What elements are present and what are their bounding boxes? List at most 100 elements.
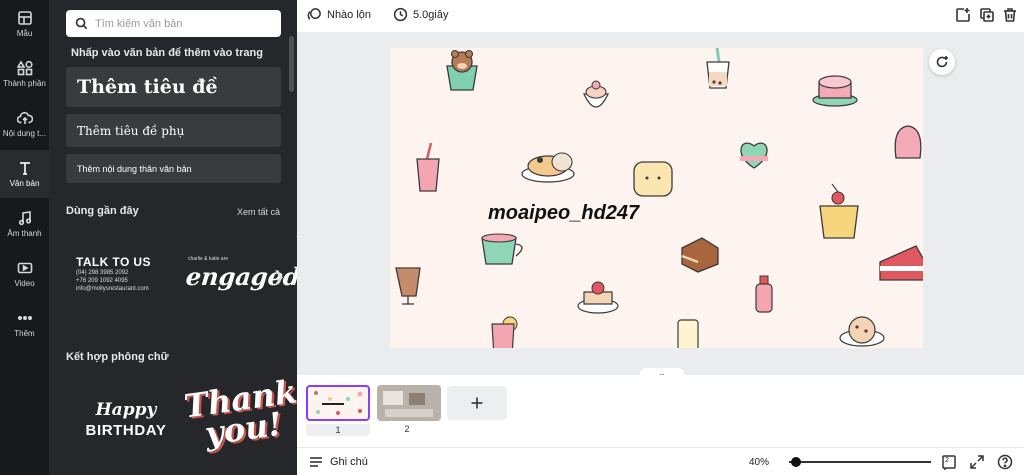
notes-label: Ghi chú bbox=[330, 456, 368, 468]
recent-section-title: Dùng gần đây bbox=[66, 205, 139, 217]
strawberry-drink bbox=[416, 142, 440, 192]
zoom-slider-handle[interactable] bbox=[791, 457, 802, 467]
sidebar-item-label: Văn bản bbox=[9, 179, 40, 188]
page-number-1: 1 bbox=[306, 424, 370, 436]
duplicate-page-button[interactable] bbox=[979, 7, 995, 23]
sidebar-rail: Mẫu Thành phần Nội dung t... Văn bản Âm … bbox=[0, 0, 49, 475]
add-heading-button[interactable]: Thêm tiêu đề bbox=[66, 67, 281, 107]
animate-label: Nhào lộn bbox=[327, 8, 372, 21]
page-count: 2 bbox=[945, 457, 949, 464]
recent-template-engaged[interactable]: charlie & katie are engaged! bbox=[184, 256, 297, 291]
duration-label: 5.0giây bbox=[413, 8, 449, 21]
canvas-text[interactable]: moaipeo_hd247 bbox=[488, 202, 639, 225]
page-grid-button[interactable]: 2 bbox=[941, 454, 957, 470]
duration-button[interactable]: 5.0giây bbox=[393, 7, 448, 22]
pink-cake bbox=[812, 75, 858, 107]
tiramisu-slice bbox=[681, 237, 719, 273]
sidebar-item-uploads[interactable]: Nội dung t... bbox=[0, 100, 49, 148]
page-thumbnail-2[interactable] bbox=[377, 385, 441, 421]
shapes-icon bbox=[16, 60, 33, 76]
video-icon bbox=[17, 262, 32, 274]
dessert-illustrations bbox=[395, 48, 923, 348]
zoom-slider[interactable] bbox=[789, 457, 931, 467]
milk-bottle bbox=[755, 275, 773, 313]
font-combo-happy-birthday[interactable]: Happy BIRTHDAY bbox=[76, 400, 176, 439]
music-icon bbox=[18, 211, 31, 226]
sidebar-item-text[interactable]: Văn bản bbox=[0, 150, 49, 198]
see-all-link[interactable]: Xem tất cả bbox=[237, 207, 280, 217]
sidebar-item-label: Video bbox=[14, 279, 35, 288]
add-body-text-button[interactable]: Thêm nội dung thân văn bản bbox=[66, 154, 281, 183]
font-combo-thank-you[interactable]: Thank you! bbox=[182, 372, 297, 453]
card-line: info@mollysrestaurant.com bbox=[76, 286, 149, 292]
notes-icon bbox=[310, 457, 322, 467]
sidebar-item-label: Mẫu bbox=[16, 29, 33, 38]
help-button[interactable] bbox=[997, 454, 1013, 470]
pages-icon bbox=[942, 455, 956, 470]
top-toolbar: Nhào lộn 5.0giây bbox=[297, 0, 1024, 32]
panel-scrollbar[interactable] bbox=[289, 36, 294, 92]
regenerate-button[interactable] bbox=[929, 49, 955, 75]
card-script-text: you! bbox=[202, 404, 285, 453]
lemonade-glass bbox=[491, 316, 518, 348]
search-box[interactable] bbox=[66, 10, 281, 37]
thumbnail-preview bbox=[314, 391, 363, 415]
sidebar-item-video[interactable]: Video bbox=[0, 250, 49, 298]
editor-app: Mẫu Thành phần Nội dung t... Văn bản Âm … bbox=[0, 0, 1024, 475]
sidebar-item-label: Thêm bbox=[14, 329, 35, 338]
animate-button[interactable]: Nhào lộn bbox=[307, 7, 371, 22]
green-coffee-cup bbox=[481, 233, 523, 265]
pancake-stack bbox=[521, 152, 575, 183]
chevron-right-icon[interactable]: ❯ bbox=[273, 268, 285, 285]
sidebar-item-label: Thành phần bbox=[3, 79, 46, 88]
cookie-plate bbox=[839, 316, 885, 347]
design-page[interactable]: moaipeo_hd247 bbox=[390, 48, 923, 348]
trash-icon bbox=[1004, 8, 1016, 22]
plus-icon bbox=[471, 397, 483, 409]
card-script-text: Happy bbox=[95, 400, 157, 420]
duplicate-icon bbox=[980, 8, 994, 22]
sidebar-item-audio[interactable]: Âm thanh bbox=[0, 200, 49, 248]
canvas-area: moaipeo_hd247 bbox=[297, 32, 1024, 375]
recent-template-talk[interactable]: TALK TO US (04) 298 3985 2092 +76 209 10… bbox=[76, 255, 171, 293]
sidebar-item-elements[interactable]: Thành phần bbox=[0, 50, 49, 98]
refresh-plus-icon bbox=[936, 56, 948, 68]
pink-jelly bbox=[894, 125, 922, 159]
panel-hint: Nhấp vào văn bản để thêm vào trang bbox=[71, 47, 263, 59]
text-panel: Nhấp vào văn bản để thêm vào trang Thêm … bbox=[49, 0, 297, 475]
card-heading: TALK TO US bbox=[76, 255, 151, 269]
delete-page-button[interactable] bbox=[1002, 7, 1018, 23]
clock-icon bbox=[393, 7, 408, 22]
expand-icon bbox=[970, 455, 984, 469]
search-icon bbox=[75, 17, 88, 30]
animate-icon bbox=[307, 8, 321, 20]
sidebar-item-label: Âm thanh bbox=[7, 229, 42, 238]
search-input[interactable] bbox=[95, 17, 275, 30]
strawberry-shortcake bbox=[577, 281, 619, 314]
sidebar-item-more[interactable]: Thêm bbox=[0, 300, 49, 348]
fullscreen-button[interactable] bbox=[969, 454, 985, 470]
strawberry-cake-slice bbox=[879, 245, 923, 281]
more-icon bbox=[17, 316, 32, 321]
cherry-jelly-cup bbox=[819, 183, 859, 239]
card-script-text: engaged! bbox=[184, 262, 297, 291]
bottom-bar: Ghi chú 40% 2 bbox=[297, 447, 1024, 475]
toast-plate bbox=[633, 161, 673, 197]
notes-button[interactable]: Ghi chú bbox=[309, 456, 368, 468]
add-page-button[interactable] bbox=[447, 386, 507, 420]
add-subheading-button[interactable]: Thêm tiêu đề phụ bbox=[66, 114, 281, 147]
font-combos-section-title: Kết hợp phông chữ bbox=[66, 351, 169, 363]
latte-glass bbox=[395, 267, 421, 305]
milk-glass bbox=[677, 319, 699, 348]
sidebar-item-templates[interactable]: Mẫu bbox=[0, 0, 49, 48]
bubble-tea bbox=[706, 48, 730, 89]
zoom-level: 40% bbox=[749, 457, 770, 468]
add-page-icon bbox=[956, 8, 970, 22]
page-thumbnail-1[interactable] bbox=[306, 385, 370, 421]
text-icon bbox=[19, 162, 30, 175]
bear-dessert-cup bbox=[446, 49, 478, 91]
add-page-top-button[interactable] bbox=[955, 7, 971, 23]
card-line: (04) 298 3985 2092 bbox=[76, 270, 129, 276]
pages-strip: 1 2 bbox=[297, 375, 1024, 447]
page-number-2: 2 bbox=[404, 424, 410, 434]
